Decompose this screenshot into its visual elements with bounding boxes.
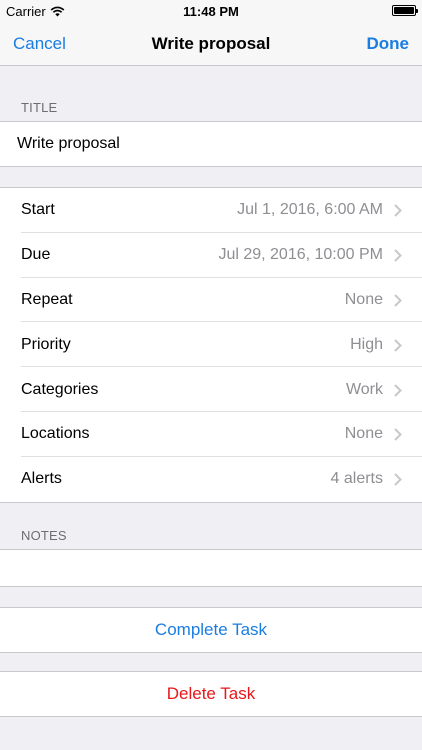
chevron-right-icon (394, 249, 402, 262)
status-bar: Carrier 11:48 PM (0, 0, 422, 22)
row-label: Priority (21, 335, 71, 353)
due-row[interactable]: Due Jul 29, 2016, 10:00 PM (0, 233, 422, 278)
chevron-right-icon (394, 383, 402, 397)
complete-task-button[interactable]: Complete Task (0, 608, 422, 652)
notes-input[interactable] (0, 550, 422, 586)
chevron-right-icon (394, 473, 402, 486)
repeat-row[interactable]: Repeat None (0, 278, 422, 323)
row-value: Work (345, 380, 383, 398)
row-value: None (344, 425, 383, 443)
locations-row[interactable]: Locations None (0, 412, 422, 457)
row-value: Jul 1, 2016, 6:00 AM (237, 201, 383, 219)
title-input[interactable] (0, 122, 422, 166)
notes-section-header: NOTES (21, 528, 67, 543)
done-button[interactable]: Done (367, 34, 410, 54)
title-section-header: TITLE (21, 100, 58, 115)
row-label: Categories (21, 380, 99, 398)
navigation-bar: Cancel Write proposal Done (0, 22, 422, 66)
row-value: Jul 29, 2016, 10:00 PM (218, 246, 383, 264)
priority-row[interactable]: Priority High (0, 322, 422, 368)
row-label: Due (21, 246, 51, 264)
delete-task-button[interactable]: Delete Task (0, 672, 422, 716)
row-label: Alerts (21, 470, 62, 488)
page-title: Write proposal (151, 34, 271, 53)
title-group (0, 121, 422, 167)
start-row[interactable]: Start Jul 1, 2016, 6:00 AM (0, 188, 422, 233)
battery-icon (392, 5, 418, 16)
row-label: Locations (21, 425, 90, 443)
clock: 11:48 PM (183, 4, 239, 19)
chevron-right-icon (394, 428, 402, 442)
delete-task-group: Delete Task (0, 671, 422, 717)
row-value: High (350, 335, 383, 353)
row-value: 4 alerts (330, 470, 383, 488)
chevron-right-icon (394, 294, 402, 307)
alerts-row[interactable]: Alerts 4 alerts (0, 457, 422, 502)
task-details-group: Start Jul 1, 2016, 6:00 AM Due Jul 29, 2… (0, 187, 422, 503)
complete-task-group: Complete Task (0, 607, 422, 653)
notes-group (0, 549, 422, 587)
categories-row[interactable]: Categories Work (0, 367, 422, 412)
row-value: None (344, 290, 383, 308)
chevron-right-icon (394, 204, 402, 218)
row-label: Repeat (21, 290, 73, 308)
row-label: Start (21, 201, 55, 219)
chevron-right-icon (394, 339, 402, 352)
